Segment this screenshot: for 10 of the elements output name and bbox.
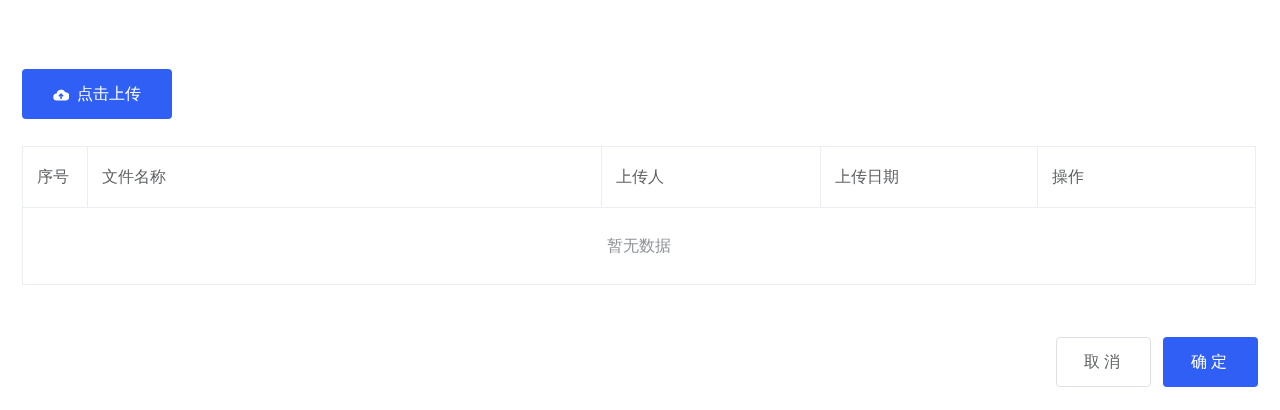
column-header: 操作 bbox=[1051, 166, 1085, 188]
empty-table-text: 暂无数据 bbox=[607, 235, 671, 257]
column-header: 序号 bbox=[23, 147, 88, 207]
column-header: 文件名称 bbox=[88, 147, 602, 207]
confirm-button[interactable]: 确定 bbox=[1163, 337, 1258, 387]
column-header: 上传人 bbox=[602, 147, 821, 207]
cloud-upload-icon bbox=[53, 87, 69, 101]
upload-button[interactable]: 点击上传 bbox=[22, 69, 172, 119]
column-header: 上传日期 bbox=[821, 147, 1038, 207]
cancel-button[interactable]: 取消 bbox=[1056, 337, 1151, 387]
